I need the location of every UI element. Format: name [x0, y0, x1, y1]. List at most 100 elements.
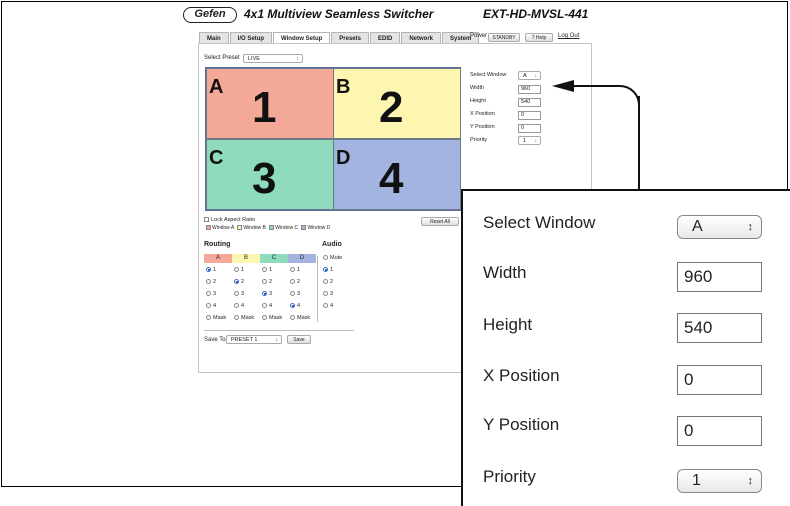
ypos-input-small[interactable]: 0 [518, 124, 541, 133]
window-a[interactable]: A 1 [206, 68, 334, 139]
radio-button[interactable] [290, 279, 295, 285]
window-b[interactable]: B 2 [333, 68, 461, 139]
routing-row-2-b[interactable]: 2 [234, 279, 244, 285]
radio-button[interactable] [290, 315, 295, 321]
routing-row-1-a[interactable]: 1 [206, 267, 216, 273]
standby-button[interactable]: STANDBY [488, 33, 520, 42]
radio-button[interactable] [323, 267, 328, 273]
priority-select-small[interactable]: 1 ↕ [518, 136, 541, 145]
radio-button[interactable] [323, 279, 328, 285]
logout-link[interactable]: Log Out [558, 33, 579, 39]
audio-3[interactable]: 3 [323, 291, 333, 297]
radio-button[interactable] [234, 303, 239, 309]
routing-row-4-a[interactable]: 4 [206, 303, 216, 309]
gefen-logo: Gefen [183, 7, 237, 23]
radio-button[interactable] [234, 279, 239, 285]
radio-button[interactable] [290, 291, 295, 297]
routing-header-b: B [232, 254, 260, 263]
radio-button[interactable] [323, 303, 328, 309]
radio-button[interactable] [234, 267, 239, 273]
audio-mute[interactable]: Mute [323, 255, 342, 261]
width-input-small[interactable]: 960 [518, 85, 541, 94]
chevron-updown-icon: ↕ [296, 56, 300, 62]
ypos-input[interactable]: 0 [677, 416, 762, 446]
radio-label: Mask [241, 315, 255, 321]
routing-row-2-d[interactable]: 2 [290, 279, 300, 285]
radio-label: 3 [213, 291, 217, 297]
routing-row-2-c[interactable]: 2 [262, 279, 272, 285]
audio-1[interactable]: 1 [323, 267, 333, 273]
radio-button[interactable] [234, 291, 239, 297]
xpos-input[interactable]: 0 [677, 365, 762, 395]
arrow-left-icon [552, 80, 574, 92]
routing-mask-c[interactable]: Mask [262, 315, 282, 321]
radio-button[interactable] [323, 291, 328, 297]
height-label: Height [483, 315, 533, 334]
select-window-select[interactable]: A ↕ [677, 215, 762, 239]
window-d-letter: D [336, 147, 351, 169]
radio-button[interactable] [234, 315, 239, 321]
routing-mask-d[interactable]: Mask [290, 315, 310, 321]
radio-button[interactable] [206, 315, 211, 321]
chevron-updown-icon: ↕ [534, 138, 538, 144]
routing-row-3-c[interactable]: 3 [262, 291, 272, 297]
priority-value: 1 [692, 472, 701, 489]
window-c[interactable]: C 3 [206, 139, 334, 210]
audio-2[interactable]: 2 [323, 279, 333, 285]
lock-aspect-checkbox[interactable] [204, 217, 209, 223]
xpos-label: X Position [483, 366, 560, 385]
select-window-value: A [692, 218, 703, 235]
routing-row-1-c[interactable]: 1 [262, 267, 272, 273]
routing-mask-a[interactable]: Mask [206, 315, 226, 321]
priority-label: Priority [483, 467, 536, 486]
radio-button[interactable] [262, 291, 267, 297]
radio-button[interactable] [323, 255, 328, 261]
lock-aspect-option[interactable]: Lock Aspect Ratio [204, 217, 255, 223]
routing-row-3-d[interactable]: 3 [290, 291, 300, 297]
radio-button[interactable] [206, 267, 211, 273]
width-input[interactable]: 960 [677, 262, 762, 292]
routing-row-2-a[interactable]: 2 [206, 279, 216, 285]
audio-4[interactable]: 4 [323, 303, 333, 309]
routing-row-3-a[interactable]: 3 [206, 291, 216, 297]
routing-row-4-d[interactable]: 4 [290, 303, 300, 309]
height-label-small: Height [470, 98, 486, 104]
legend-swatch-b [237, 225, 243, 231]
save-to-select[interactable]: PRESET 1 ↕ [226, 335, 282, 344]
radio-button[interactable] [262, 267, 267, 273]
radio-label: Mask [297, 315, 311, 321]
power-label: Power [470, 33, 488, 39]
preset-select[interactable]: LIVE ↕ [243, 54, 303, 63]
routing-row-4-b[interactable]: 4 [234, 303, 244, 309]
audio-title: Audio [322, 241, 342, 248]
radio-label: 3 [269, 291, 273, 297]
select-window-select-small[interactable]: A ↕ [518, 71, 541, 80]
routing-row-4-c[interactable]: 4 [262, 303, 272, 309]
routing-row-1-b[interactable]: 1 [234, 267, 244, 273]
radio-button[interactable] [206, 291, 211, 297]
radio-button[interactable] [262, 315, 267, 321]
radio-button[interactable] [290, 267, 295, 273]
help-button[interactable]: ? Help [525, 33, 553, 42]
height-input-small[interactable]: 540 [518, 98, 541, 107]
radio-button[interactable] [262, 303, 267, 309]
routing-audio-divider [317, 256, 318, 322]
callout-connector-line-horizontal [573, 85, 613, 87]
radio-button[interactable] [206, 303, 211, 309]
xpos-input-small[interactable]: 0 [518, 111, 541, 120]
radio-label: Mute [330, 255, 343, 261]
routing-row-1-d[interactable]: 1 [290, 267, 300, 273]
window-d[interactable]: D 4 [333, 139, 461, 210]
priority-select[interactable]: 1 ↕ [677, 469, 762, 493]
radio-button[interactable] [262, 279, 267, 285]
routing-row-3-b[interactable]: 3 [234, 291, 244, 297]
radio-button[interactable] [206, 279, 211, 285]
height-input[interactable]: 540 [677, 313, 762, 343]
save-button[interactable]: Save [287, 335, 311, 344]
reset-all-button[interactable]: Reset All [421, 217, 459, 226]
radio-button[interactable] [290, 303, 295, 309]
routing-mask-b[interactable]: Mask [234, 315, 254, 321]
save-divider [204, 330, 354, 331]
priority-label-small: Priority [470, 137, 488, 143]
routing-title: Routing [204, 241, 231, 248]
